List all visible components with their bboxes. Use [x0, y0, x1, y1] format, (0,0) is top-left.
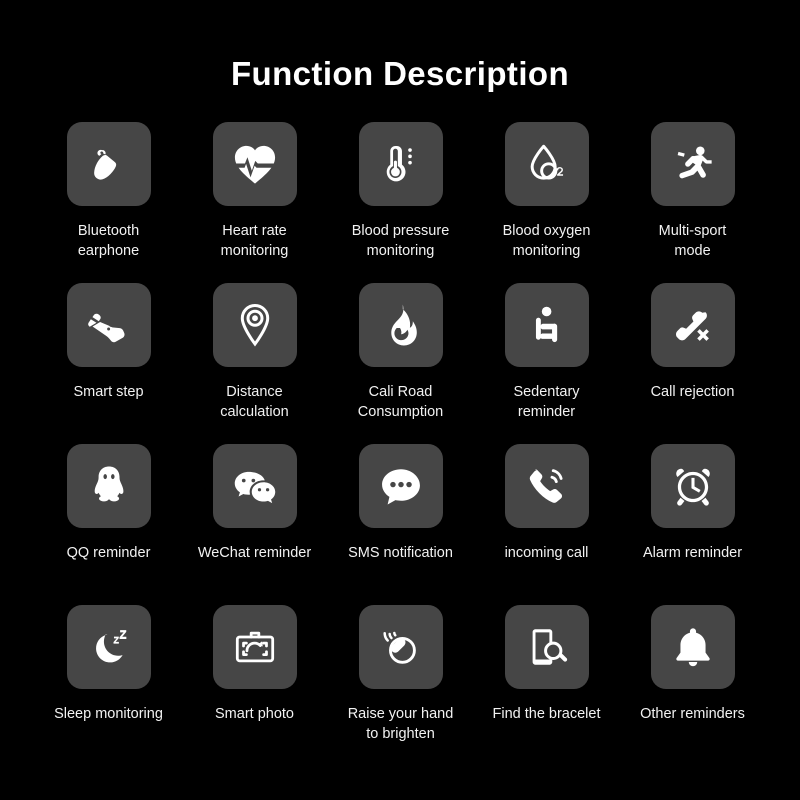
flame-icon[interactable]: [358, 283, 443, 368]
sms-bubble-icon[interactable]: [358, 444, 443, 529]
feature-label: QQ reminder: [66, 545, 151, 562]
feature-cell[interactable]: Heart rate monitoring: [182, 122, 328, 283]
wechat-icon[interactable]: [212, 444, 297, 529]
feature-grid: Bluetooth earphone Heart rate monitoring…: [0, 122, 800, 766]
feature-cell[interactable]: WeChat reminder: [182, 444, 328, 605]
feature-label: Blood pressure monitoring: [351, 223, 450, 260]
bell-icon[interactable]: [650, 605, 735, 690]
feature-cell[interactable]: Raise your hand to brighten: [328, 605, 474, 766]
feature-cell[interactable]: Sedentary reminder: [474, 283, 620, 444]
feature-cell[interactable]: incoming call: [474, 444, 620, 605]
feature-label: WeChat reminder: [197, 545, 312, 562]
feature-cell[interactable]: Cali Road Consumption: [328, 283, 474, 444]
feature-label: Alarm reminder: [642, 545, 743, 562]
feature-cell[interactable]: Other reminders: [620, 605, 766, 766]
feature-label: Bluetooth earphone: [77, 223, 140, 260]
feature-label: incoming call: [504, 545, 589, 562]
feature-label: Heart rate monitoring: [220, 223, 289, 260]
sitting-person-icon[interactable]: [504, 283, 589, 368]
feature-label: SMS notification: [348, 545, 453, 562]
feature-label: Call rejection: [650, 384, 735, 401]
heart-rate-icon[interactable]: [212, 122, 297, 207]
feature-label: Raise your hand to brighten: [347, 706, 454, 743]
shoe-icon[interactable]: [66, 283, 151, 368]
feature-cell[interactable]: Smart photo: [182, 605, 328, 766]
bluetooth-earphone-icon[interactable]: [66, 122, 151, 207]
feature-cell[interactable]: SMS notification: [328, 444, 474, 605]
feature-cell[interactable]: Smart step: [36, 283, 182, 444]
feature-label: Sleep monitoring: [54, 706, 163, 723]
feature-label: Find the bracelet: [492, 706, 601, 723]
feature-label: Smart step: [73, 384, 144, 401]
feature-label: Distance calculation: [220, 384, 289, 421]
feature-cell[interactable]: Find the bracelet: [474, 605, 620, 766]
feature-cell[interactable]: Blood oxygen monitoring: [474, 122, 620, 283]
running-person-icon[interactable]: [650, 122, 735, 207]
incoming-call-icon[interactable]: [504, 444, 589, 529]
feature-cell[interactable]: Bluetooth earphone: [36, 122, 182, 283]
qq-penguin-icon[interactable]: [66, 444, 151, 529]
feature-cell[interactable]: Multi-sport mode: [620, 122, 766, 283]
location-pin-icon[interactable]: [212, 283, 297, 368]
feature-label: Sedentary reminder: [513, 384, 580, 421]
feature-cell[interactable]: Sleep monitoring: [36, 605, 182, 766]
feature-label: Smart photo: [215, 706, 294, 723]
camera-icon[interactable]: [212, 605, 297, 690]
feature-label: Other reminders: [640, 706, 745, 723]
blood-oxygen-icon[interactable]: [504, 122, 589, 207]
feature-label: Cali Road Consumption: [357, 384, 444, 421]
alarm-clock-icon[interactable]: [650, 444, 735, 529]
find-bracelet-icon[interactable]: [504, 605, 589, 690]
page-title: Function Description: [231, 55, 569, 92]
feature-label: Multi-sport mode: [658, 223, 727, 260]
raise-wrist-icon[interactable]: [358, 605, 443, 690]
call-reject-icon[interactable]: [650, 283, 735, 368]
feature-cell[interactable]: Alarm reminder: [620, 444, 766, 605]
moon-sleep-icon[interactable]: [66, 605, 151, 690]
feature-cell[interactable]: Distance calculation: [182, 283, 328, 444]
feature-cell[interactable]: Call rejection: [620, 283, 766, 444]
feature-label: Blood oxygen monitoring: [502, 223, 591, 260]
thermometer-icon[interactable]: [358, 122, 443, 207]
feature-cell[interactable]: QQ reminder: [36, 444, 182, 605]
feature-cell[interactable]: Blood pressure monitoring: [328, 122, 474, 283]
